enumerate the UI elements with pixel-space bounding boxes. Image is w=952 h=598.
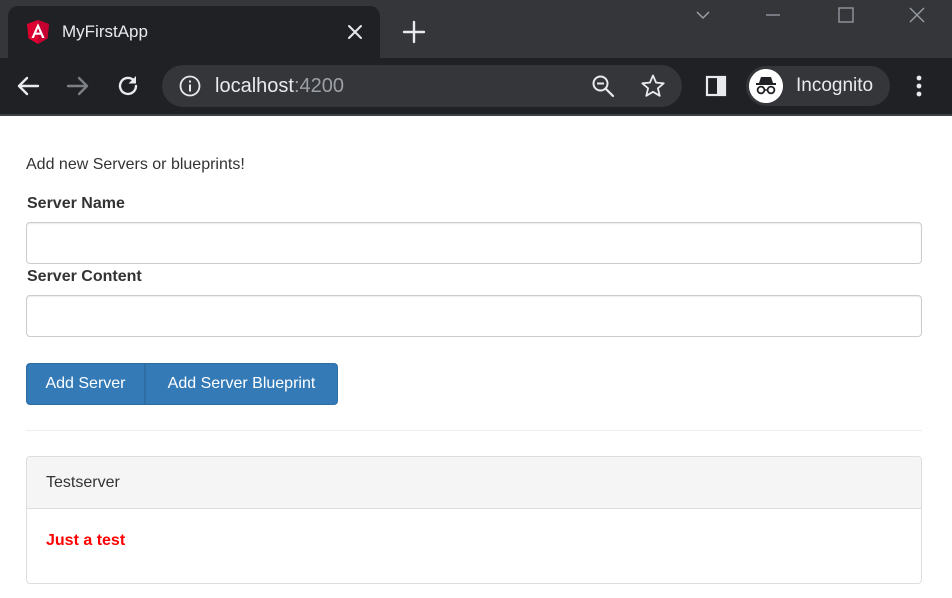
add-server-blueprint-button[interactable]: Add Server Blueprint xyxy=(145,363,338,405)
incognito-profile-button[interactable]: Incognito xyxy=(746,66,890,106)
incognito-icon xyxy=(749,69,783,103)
url-host: localhost xyxy=(215,75,294,97)
server-name-input[interactable] xyxy=(26,222,922,264)
url-text: localhost:4200 xyxy=(215,74,344,98)
incognito-label: Incognito xyxy=(796,75,874,96)
page-content: Add new Servers or blueprints! Server Na… xyxy=(0,116,952,598)
back-arrow-icon[interactable] xyxy=(14,72,42,100)
more-menu-icon[interactable] xyxy=(906,72,932,100)
url-port: :4200 xyxy=(293,75,344,97)
side-panel-icon[interactable] xyxy=(702,72,730,100)
minimize-icon[interactable] xyxy=(763,5,783,25)
server-name-title: Testserver xyxy=(46,474,120,491)
reload-icon[interactable] xyxy=(114,72,142,100)
angular-logo-icon xyxy=(27,20,49,44)
zoom-out-icon[interactable] xyxy=(590,73,616,99)
maximize-icon[interactable] xyxy=(836,5,856,25)
site-info-icon[interactable] xyxy=(178,74,202,98)
add-server-button[interactable]: Add Server xyxy=(26,363,145,405)
close-tab-icon[interactable] xyxy=(344,21,366,43)
new-tab-icon[interactable] xyxy=(401,19,427,45)
browser-toolbar: localhost:4200 Incognito xyxy=(0,58,952,114)
tab-title: MyFirstApp xyxy=(62,22,148,41)
server-content-text: Just a test xyxy=(46,532,126,549)
panel-heading: Testserver xyxy=(27,457,921,509)
divider xyxy=(26,430,922,431)
server-element-panel: Testserver Just a test xyxy=(26,456,922,584)
tab-search-icon[interactable] xyxy=(693,5,713,25)
window-close-icon[interactable] xyxy=(907,5,927,25)
browser-tab-strip: MyFirstApp xyxy=(0,0,952,58)
intro-text: Add new Servers or blueprints! xyxy=(26,156,245,173)
server-content-input[interactable] xyxy=(26,295,922,337)
server-content-label: Server Content xyxy=(27,268,142,285)
forward-arrow-icon[interactable] xyxy=(64,72,92,100)
browser-tab[interactable]: MyFirstApp xyxy=(8,6,380,58)
server-name-label: Server Name xyxy=(27,195,125,212)
bookmark-star-icon[interactable] xyxy=(640,73,666,99)
address-bar[interactable]: localhost:4200 xyxy=(162,65,682,107)
